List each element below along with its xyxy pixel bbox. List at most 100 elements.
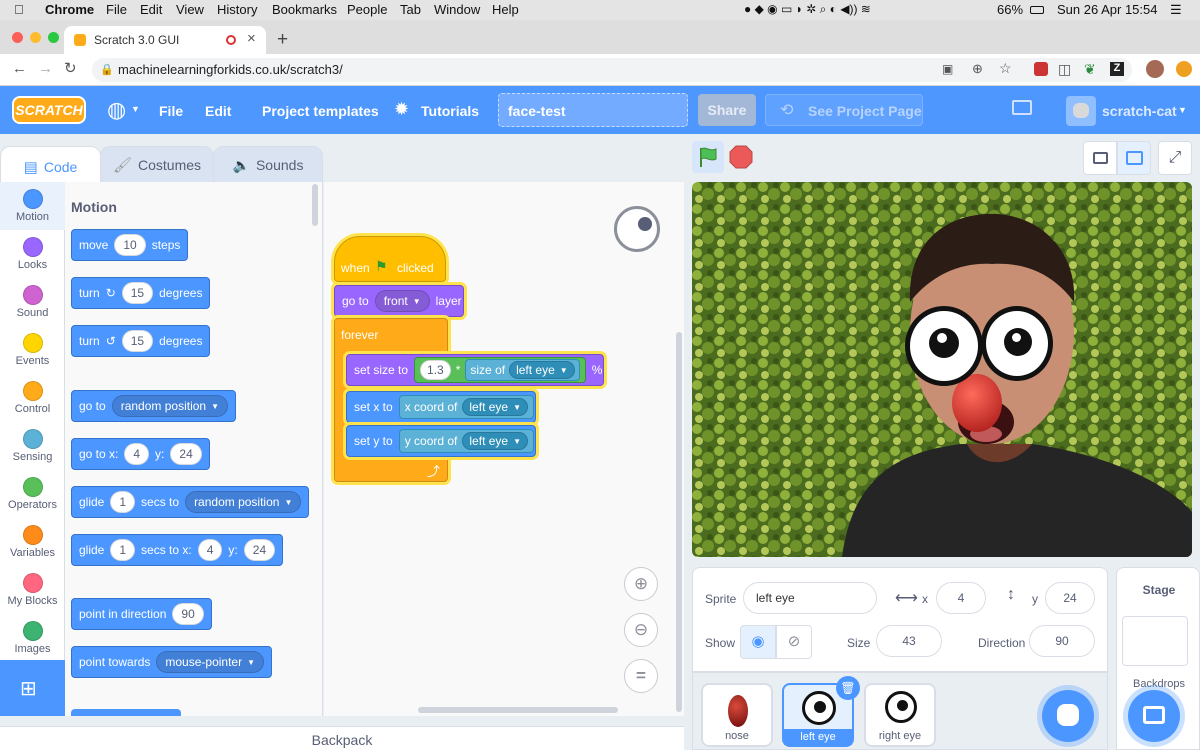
menu-file[interactable]: File — [106, 2, 127, 17]
block-partial[interactable] — [71, 709, 181, 716]
pocket-icon[interactable]: ◫ — [1058, 61, 1071, 78]
menu-people[interactable]: People — [347, 2, 387, 17]
size-input[interactable]: 43 — [876, 625, 942, 657]
bookmark-star-icon[interactable]: ☆ — [999, 60, 1012, 77]
direction-input[interactable]: 90 — [1029, 625, 1095, 657]
profile-avatar[interactable] — [1146, 60, 1164, 78]
block-point-in-direction[interactable]: point in direction 90 — [71, 598, 212, 630]
workspace-h-scrollbar[interactable] — [418, 707, 618, 713]
category-variables[interactable]: Variables — [0, 518, 65, 566]
tab-sounds[interactable]: 🔈 Sounds — [213, 146, 323, 184]
reload-icon[interactable]: ↻ — [64, 59, 77, 77]
category-images[interactable]: Images — [0, 614, 65, 662]
scratch-logo[interactable]: SCRATCH — [12, 96, 86, 124]
edit-menu[interactable]: Edit — [205, 103, 231, 119]
x-coord-dropdown[interactable]: left eye ▼ — [462, 398, 529, 416]
back-icon[interactable]: ← — [12, 60, 27, 77]
category-motion[interactable]: Motion — [0, 182, 65, 230]
menu-help[interactable]: Help — [492, 2, 519, 17]
block-when-flag-clicked[interactable]: when ⚑ clicked — [334, 236, 446, 282]
block-go-to[interactable]: go to random position ▼ — [71, 390, 237, 422]
menu-edit[interactable]: Edit — [140, 2, 162, 17]
user-avatar[interactable] — [1066, 96, 1096, 126]
block-go-to-xy[interactable]: go to x: 4 y: 24 — [71, 438, 210, 470]
tab-code[interactable]: ▤ Code — [0, 146, 101, 186]
tab-close-icon[interactable]: × — [247, 30, 256, 47]
zoom-in-button[interactable]: ⊕ — [624, 567, 658, 601]
sprite-name-input[interactable]: left eye — [743, 582, 877, 614]
menu-tab[interactable]: Tab — [400, 2, 421, 17]
small-stage-button[interactable] — [1083, 141, 1117, 175]
my-stuff-folder-icon[interactable] — [1012, 100, 1032, 115]
secs-input[interactable]: 1 — [110, 491, 136, 513]
update-icon[interactable] — [1176, 61, 1192, 77]
project-title-input[interactable]: face-test — [498, 93, 688, 127]
palette-scrollbar[interactable] — [312, 184, 318, 226]
steps-input[interactable]: 10 — [114, 234, 146, 256]
menu-view[interactable]: View — [176, 2, 204, 17]
project-templates-menu[interactable]: Project templates — [262, 103, 379, 119]
sprite-thumb-right-eye[interactable]: right eye — [864, 683, 936, 747]
window-zoom-icon[interactable] — [48, 32, 59, 43]
x-input[interactable]: 4 — [124, 443, 150, 465]
language-caret-icon[interactable]: ▼ — [131, 104, 140, 114]
globe-icon[interactable]: ◍ — [107, 97, 126, 123]
block-turn-right[interactable]: turn ↻ 15 degrees — [71, 277, 211, 309]
zoom-icon[interactable]: ⊕ — [972, 61, 983, 77]
block-set-y[interactable]: set y to y coord of left eye ▼ — [346, 425, 536, 457]
y-input[interactable]: 24 — [170, 443, 202, 465]
large-stage-button[interactable] — [1117, 141, 1151, 175]
add-extension-button[interactable]: ⊞ — [0, 660, 65, 716]
username[interactable]: scratch-cat — [1102, 103, 1177, 119]
menu-history[interactable]: History — [217, 2, 257, 17]
extension-icon[interactable] — [1034, 62, 1048, 76]
size-of-dropdown[interactable]: left eye ▼ — [509, 361, 575, 379]
y-input[interactable]: 24 — [243, 539, 276, 561]
multiplier-input[interactable]: 1.3 — [420, 360, 451, 380]
block-size-of[interactable]: size of left eye ▼ — [465, 359, 580, 381]
zoom-reset-button[interactable]: = — [624, 659, 658, 693]
secs-input[interactable]: 1 — [110, 539, 136, 561]
y-coord-dropdown[interactable]: left eye ▼ — [462, 432, 529, 450]
degrees-input[interactable]: 15 — [121, 282, 154, 304]
workspace-v-scrollbar[interactable] — [676, 332, 682, 712]
block-move-steps[interactable]: move 10 steps — [71, 229, 189, 261]
block-set-size[interactable]: set size to 1.3 * size of left eye ▼ % — [346, 354, 604, 386]
apple-icon[interactable]:  — [14, 2, 24, 17]
category-control[interactable]: Control — [0, 374, 65, 422]
block-multiply[interactable]: 1.3 * size of left eye ▼ — [414, 357, 586, 383]
right-eye-sprite[interactable] — [981, 306, 1053, 381]
forward-icon[interactable]: → — [38, 60, 53, 77]
tutorials-button[interactable]: Tutorials — [421, 103, 479, 119]
category-sound[interactable]: Sound — [0, 278, 65, 326]
x-input[interactable]: 4 — [936, 582, 986, 614]
goto-target-dropdown[interactable]: random position ▼ — [111, 395, 229, 417]
layer-dropdown[interactable]: front ▼ — [374, 290, 430, 312]
stage[interactable] — [692, 182, 1192, 557]
see-project-page-button[interactable]: ⟲ See Project Page — [765, 94, 923, 126]
degrees-input[interactable]: 15 — [121, 330, 154, 352]
delete-sprite-button[interactable]: 🗑 — [836, 676, 860, 700]
tab-costumes[interactable]: 🖌 Costumes — [100, 146, 214, 184]
share-button[interactable]: Share — [698, 94, 756, 126]
block-y-coord-of[interactable]: y coord of left eye ▼ — [398, 429, 535, 453]
category-events[interactable]: Events — [0, 326, 65, 374]
browser-tab[interactable]: Scratch 3.0 GUI × — [64, 26, 266, 54]
left-eye-sprite[interactable] — [905, 306, 983, 386]
glide-target-dropdown[interactable]: random position ▼ — [185, 491, 302, 513]
evernote-icon[interactable]: ❦ — [1084, 61, 1096, 78]
camera-icon[interactable]: ▣ — [942, 62, 953, 76]
menu-window[interactable]: Window — [434, 2, 480, 17]
towards-target-dropdown[interactable]: mouse-pointer ▼ — [156, 651, 265, 673]
add-backdrop-button[interactable] — [1128, 690, 1180, 742]
hide-sprite-button[interactable]: ⊘ — [776, 625, 812, 659]
zotero-icon[interactable]: Z — [1110, 62, 1124, 76]
block-go-to-layer[interactable]: go to front ▼ layer — [334, 285, 464, 317]
menu-chrome[interactable]: Chrome — [45, 2, 94, 17]
window-minimize-icon[interactable] — [30, 32, 41, 43]
window-close-icon[interactable] — [12, 32, 23, 43]
zoom-out-button[interactable]: ⊖ — [624, 613, 658, 647]
block-glide-to[interactable]: glide 1 secs to random position ▼ — [71, 486, 310, 518]
y-input[interactable]: 24 — [1045, 582, 1095, 614]
direction-input[interactable]: 90 — [172, 603, 204, 625]
